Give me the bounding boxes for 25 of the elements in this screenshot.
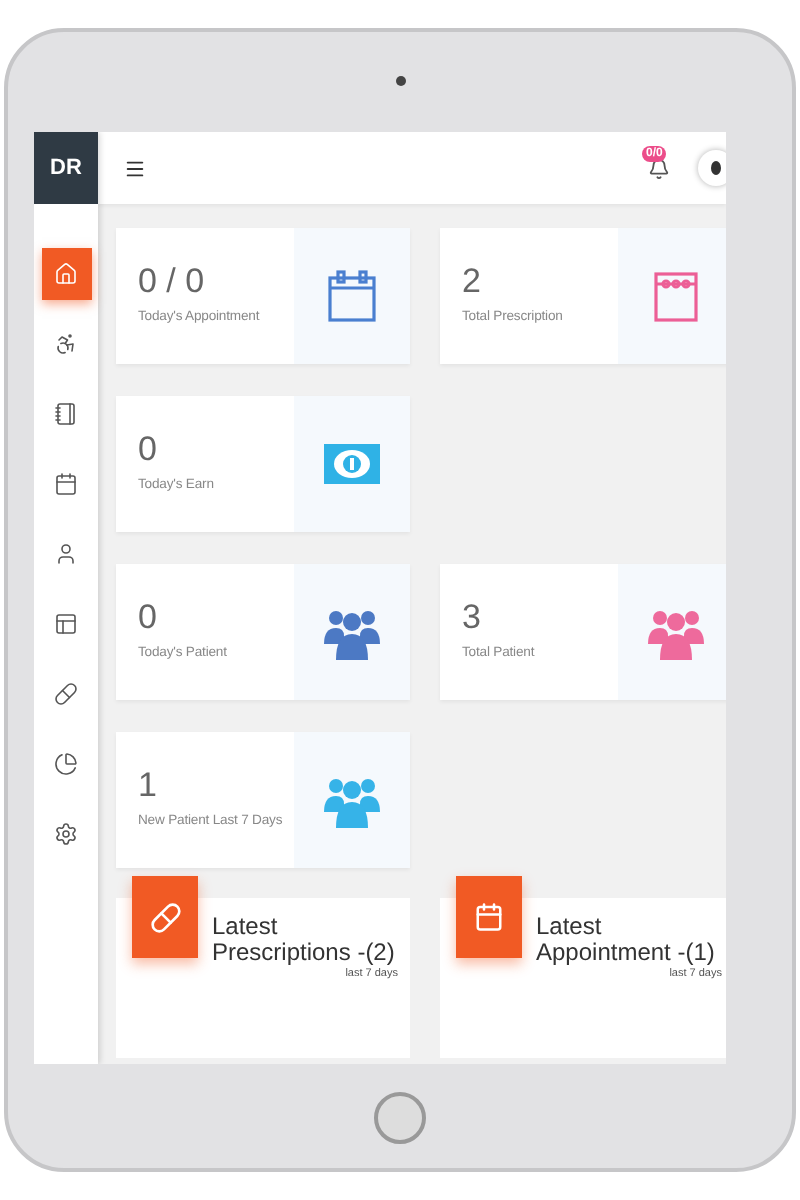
- pie-chart-icon: [54, 752, 78, 776]
- stat-value: 2: [462, 262, 483, 302]
- avatar[interactable]: [698, 150, 726, 186]
- stat-value: 0: [138, 598, 159, 638]
- panel-title: Latest Appointment -(1): [536, 914, 717, 965]
- notebook-icon: [54, 402, 78, 426]
- brand-logo: DR: [34, 132, 98, 204]
- home-icon: [54, 262, 78, 286]
- stat-value: 3: [462, 598, 483, 638]
- panel-title: Latest Prescriptions -(2): [212, 914, 397, 965]
- pill-icon: [149, 901, 181, 933]
- layout-icon: [54, 612, 78, 636]
- bell-icon[interactable]: [648, 157, 670, 179]
- calendar-icon: [54, 472, 78, 496]
- stat-value: 0 / 0: [138, 262, 207, 302]
- sidebar-item[interactable]: [41, 248, 91, 300]
- wheelchair-icon: [54, 332, 78, 356]
- settings-icon: [54, 822, 78, 846]
- stat-value: 1: [138, 766, 159, 806]
- user-icon: [54, 542, 78, 566]
- stat-value: 0: [138, 430, 159, 470]
- calendar-icon: [474, 902, 504, 932]
- pill-icon: [54, 682, 78, 706]
- menu-icon[interactable]: [124, 157, 146, 179]
- avatar-icon: [710, 160, 722, 176]
